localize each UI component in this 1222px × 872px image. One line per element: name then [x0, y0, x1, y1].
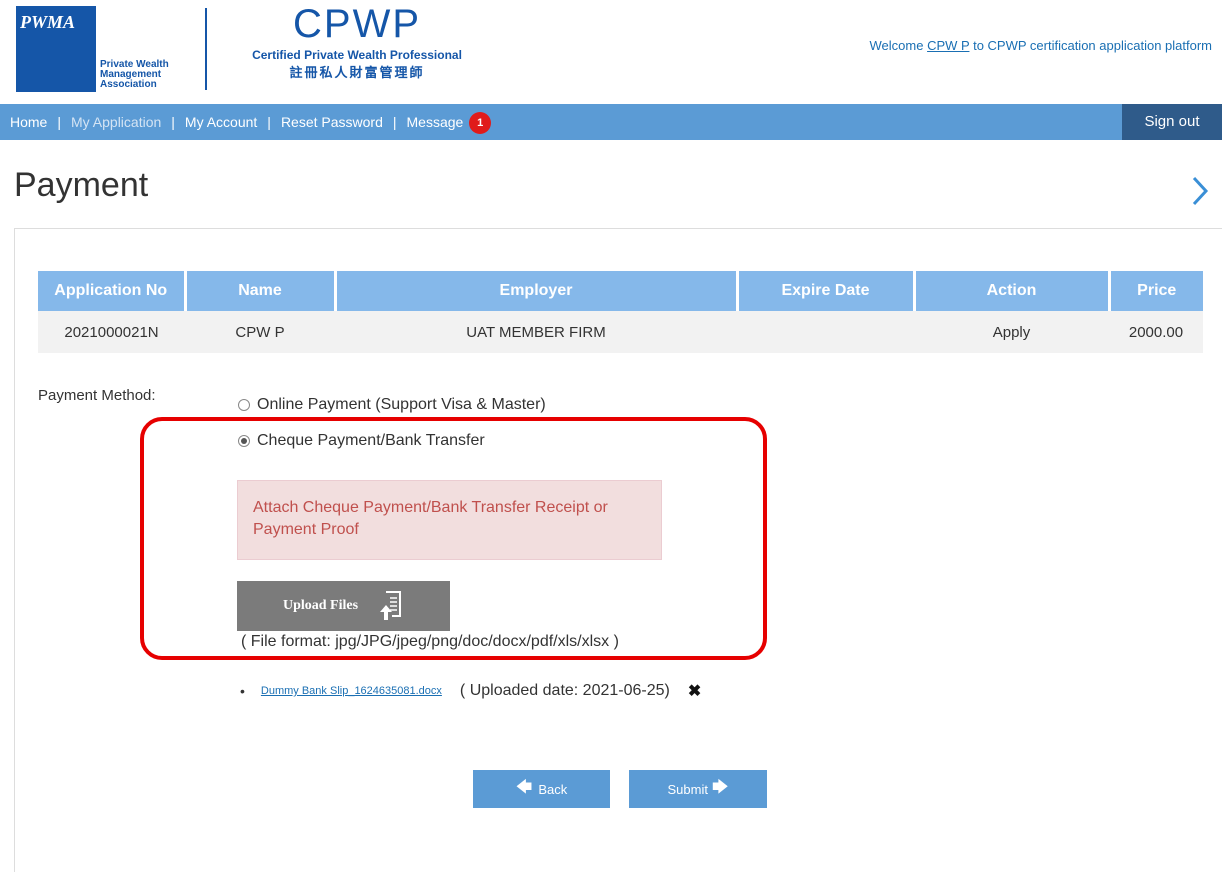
cpwp-chinese-title: 註冊私人財富管理師 — [289, 65, 425, 80]
sign-out-button[interactable]: Sign out — [1122, 104, 1222, 140]
arrow-left-icon: 🡄 — [515, 778, 533, 796]
page-title: Payment — [14, 166, 149, 204]
arrow-right-icon: 🡆 — [711, 778, 729, 796]
attach-receipt-alert: Attach Cheque Payment/Bank Transfer Rece… — [237, 480, 662, 560]
welcome-prefix: Welcome — [869, 38, 924, 53]
welcome-user-link[interactable]: CPW P — [927, 38, 969, 53]
cpwp-title: Certified Private Wealth Professional — [252, 48, 462, 62]
upload-files-label: Upload Files — [282, 598, 359, 613]
column-header: Employer — [335, 271, 739, 311]
column-header: Application No — [38, 271, 187, 311]
back-button-label: Back — [538, 781, 568, 797]
radio-button[interactable] — [238, 399, 250, 411]
column-header: Price — [1109, 271, 1203, 311]
cpwp-logo-mark: CPWP — [293, 4, 421, 44]
table-header-row: Application No Name Employer Expire Date… — [38, 271, 1203, 311]
upload-files-button[interactable]: Upload Files — [237, 581, 450, 631]
payment-method-label: Payment Method: — [38, 387, 156, 404]
back-button[interactable]: 🡄 Back — [473, 770, 610, 808]
submit-button[interactable]: Submit 🡆 — [629, 770, 767, 808]
cell-employer: UAT MEMBER FIRM — [335, 311, 737, 353]
cpwp-logo-text: CPWP — [293, 4, 421, 44]
cpwp-logo: CPWP Certified Private Wealth Profession… — [222, 4, 492, 94]
welcome-suffix: to CPWP certification application platfo… — [973, 38, 1212, 53]
logo-divider — [205, 8, 207, 90]
cell-price: 2000.00 — [1109, 311, 1203, 353]
nav-home[interactable]: Home — [0, 104, 57, 140]
uploaded-file-item: • Dummy Bank Slip_1624635081.docx ( Uplo… — [240, 681, 701, 701]
cell-application-no: 2021000021N — [38, 311, 185, 353]
uploaded-file-link[interactable]: Dummy Bank Slip_1624635081.docx — [261, 685, 442, 697]
radio-online-payment-label: Online Payment (Support Visa & Master) — [257, 396, 546, 413]
cell-name: CPW P — [185, 311, 335, 353]
nav-message[interactable]: Message 1 — [397, 104, 502, 140]
header: PWMA Private Wealth Management Associati… — [0, 0, 1222, 100]
submit-button-label: Submit — [667, 781, 708, 797]
nav-message-label: Message — [406, 114, 464, 130]
nav-my-application[interactable]: My Application — [61, 104, 171, 140]
chevron-right-icon[interactable] — [1190, 172, 1212, 210]
cell-action: Apply — [914, 311, 1109, 353]
message-count-badge: 1 — [469, 112, 492, 135]
file-format-hint: ( File format: jpg/JPG/jpeg/png/doc/docx… — [241, 633, 619, 650]
pwma-name-line: Association — [100, 79, 157, 90]
column-header: Name — [185, 271, 337, 311]
pwma-logo: PWMA Private Wealth Management Associati… — [16, 6, 202, 92]
application-table: Application No Name Employer Expire Date… — [38, 271, 1203, 353]
pwma-name: Private Wealth Management Association — [100, 60, 169, 92]
remove-file-icon[interactable]: ✖ — [688, 681, 701, 701]
nav-my-account[interactable]: My Account — [175, 104, 267, 140]
column-header: Action — [914, 271, 1111, 311]
upload-file-icon — [380, 591, 402, 620]
table-row: 2021000021N CPW P UAT MEMBER FIRM Apply … — [38, 311, 1203, 353]
uploaded-date: ( Uploaded date: 2021-06-25) — [459, 682, 670, 699]
pwma-logo-box: PWMA — [16, 6, 96, 92]
pwma-abbr: PWMA — [20, 12, 76, 32]
nav-bar: Home | My Application | My Account | Res… — [0, 104, 1222, 140]
cell-expire-date — [737, 311, 914, 353]
radio-online-payment[interactable]: Online Payment (Support Visa & Master) — [238, 396, 546, 414]
welcome-message: Welcome CPW P to CPWP certification appl… — [869, 38, 1212, 53]
column-header: Expire Date — [737, 271, 916, 311]
nav-reset-password[interactable]: Reset Password — [271, 104, 393, 140]
list-bullet: • — [240, 683, 245, 699]
